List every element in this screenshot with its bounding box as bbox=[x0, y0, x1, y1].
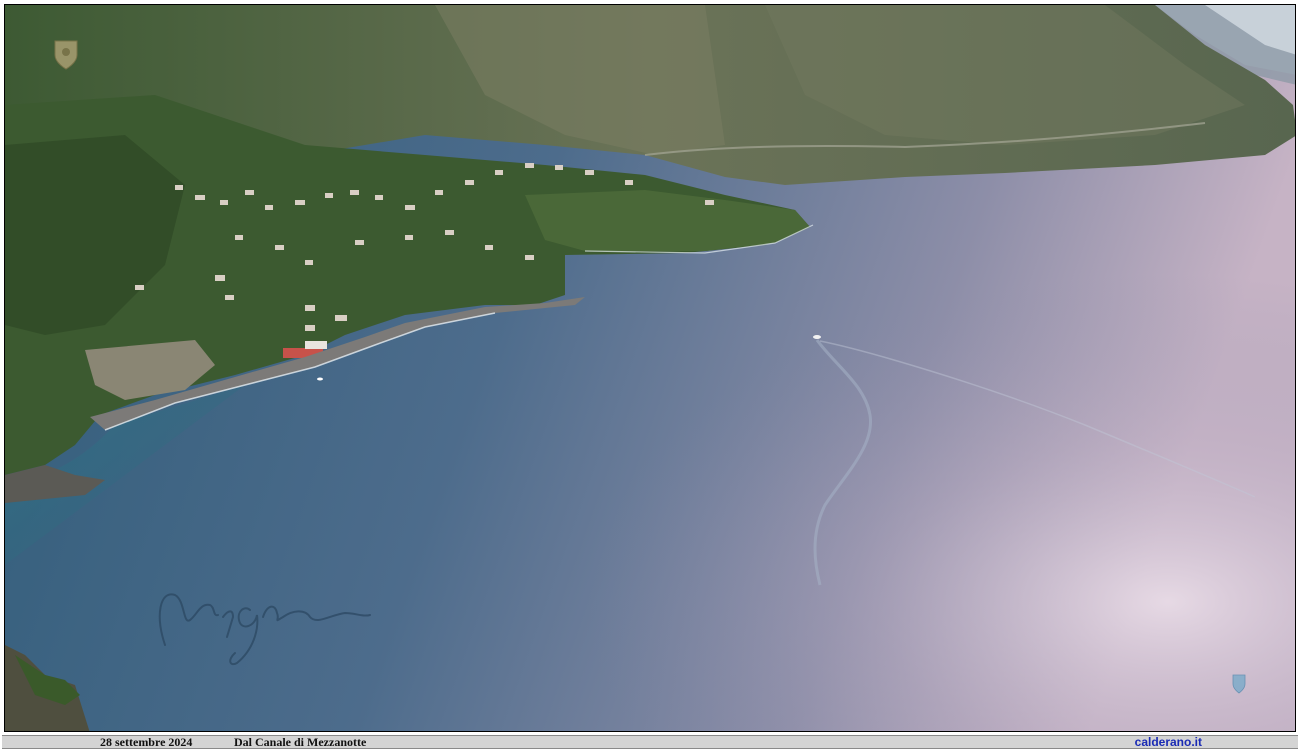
landscape-photo bbox=[4, 4, 1296, 732]
website-link[interactable]: calderano.it bbox=[1135, 736, 1202, 748]
image-frame: 28 settembre 2024 Dal Canale di Mezzanot… bbox=[0, 0, 1300, 751]
photo-canvas bbox=[5, 5, 1295, 731]
photo-date: 28 settembre 2024 bbox=[100, 735, 193, 749]
caption-bar: 28 settembre 2024 Dal Canale di Mezzanot… bbox=[2, 735, 1298, 749]
photo-location: Dal Canale di Mezzanotte bbox=[234, 735, 367, 749]
small-boat bbox=[317, 377, 323, 381]
white-building bbox=[305, 341, 327, 349]
boat bbox=[813, 335, 821, 339]
